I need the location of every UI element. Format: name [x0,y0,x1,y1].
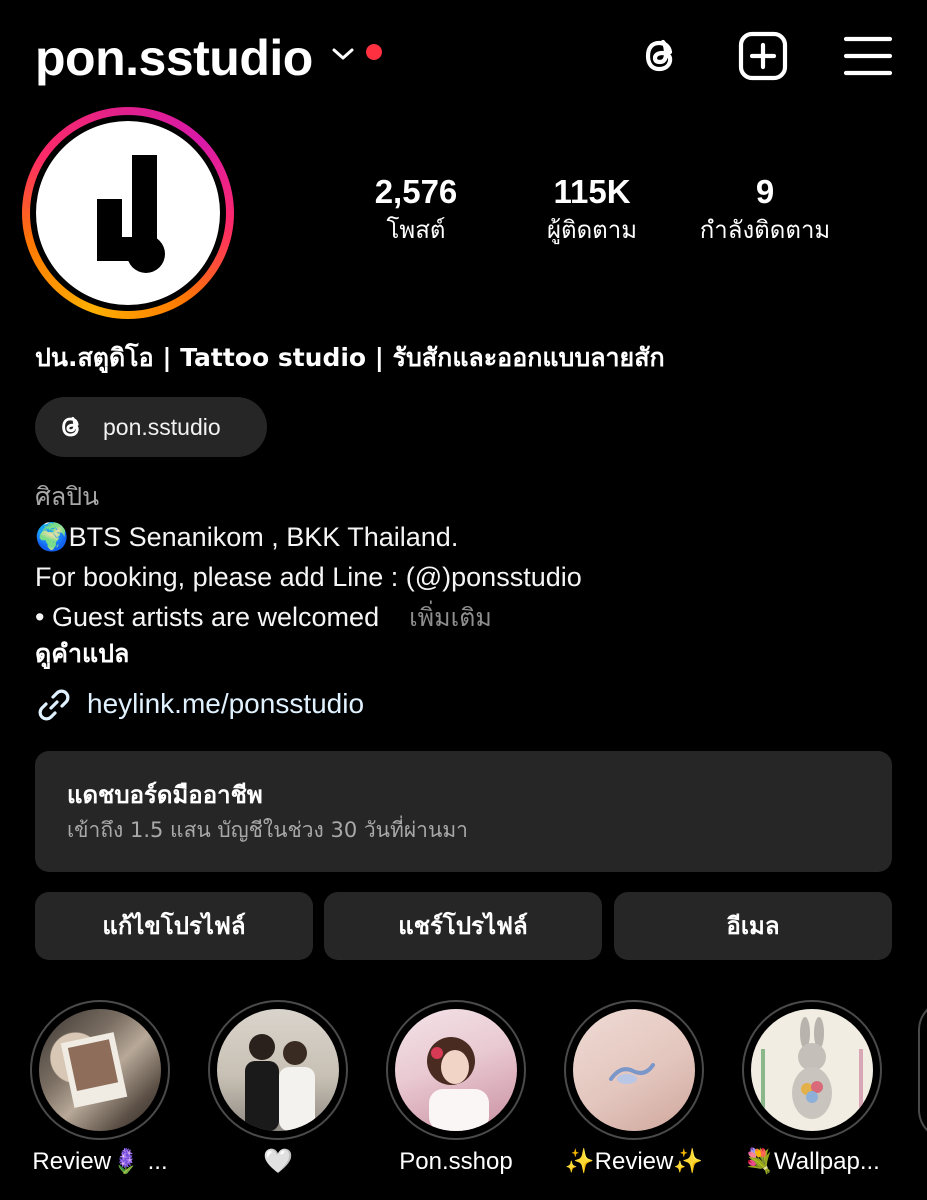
chevron-down-icon[interactable] [330,44,356,64]
photo-placeholder [245,1034,315,1131]
highlight-label: Pon.sshop [399,1148,513,1175]
profile-header: pon.sstudio [0,0,927,110]
notification-dot [366,44,382,60]
highlight-item-partial[interactable] [918,1000,927,1140]
photo-placeholder [761,1017,863,1119]
link-url: heylink.me/ponsstudio [87,688,365,719]
highlight-label: ✨Review✨ [564,1148,704,1175]
stat-following-value: 9 [755,173,775,210]
bio-line: For booking, please add Line : (@)ponsst… [35,562,582,592]
see-more-link[interactable]: เพิ่มเติม [409,603,492,632]
share-profile-button[interactable]: แชร์โปรไฟล์ [324,892,602,960]
account-username[interactable]: pon.sstudio [35,28,313,88]
highlight-cover [39,1009,161,1131]
highlight-item[interactable]: 🤍 [208,1000,348,1196]
threads-badge[interactable]: pon.sstudio [35,397,267,457]
dashboard-subtitle: เข้าถึง 1.5 แสน บัญชีในช่วง 30 วันที่ผ่า… [67,818,468,842]
email-button[interactable]: อีเมล [614,892,892,960]
stat-followers[interactable]: 115K ผู้ติดตาม [525,172,659,246]
edit-profile-button[interactable]: แก้ไขโปรไฟล์ [35,892,313,960]
threads-icon[interactable] [634,30,686,82]
stat-following[interactable]: 9 กำลังติดตาม [680,172,850,246]
photo-placeholder [609,1063,655,1084]
stat-followers-label: ผู้ติดตาม [546,216,638,244]
highlight-label: 💐Wallpap... [744,1148,880,1175]
stat-posts-label: โพสต์ [386,216,446,244]
highlight-item[interactable]: Pon.sshop [386,1000,526,1196]
bio-line: • Guest artists are welcomed [35,602,380,632]
highlight-cover [217,1009,339,1131]
avatar[interactable] [36,121,220,305]
highlight-cover [751,1009,873,1131]
profile-full-name: ปน.สตูดิโอ | Tattoo studio | รับสักและออ… [35,343,665,372]
highlight-item[interactable]: Review🪻 ... [30,1000,170,1196]
threads-handle: pon.sstudio [103,414,221,440]
bio-line: 🌍BTS Senanikom , BKK Thailand. [35,522,459,552]
professional-dashboard[interactable]: แดชบอร์ดมืออาชีพ เข้าถึง 1.5 แสน บัญชีใน… [35,751,892,872]
bio-line-with-more: • Guest artists are welcomed เพิ่มเติม [35,597,895,638]
threads-icon [62,416,79,437]
stat-following-label: กำลังติดตาม [699,216,831,244]
highlight-cover [573,1009,695,1131]
profile-bio: ศิลปิน 🌍BTS Senanikom , BKK Thailand. Fo… [35,477,895,638]
story-ring[interactable] [22,107,234,319]
see-translation-link[interactable]: ดูคำแปล [35,634,129,674]
link-icon [38,689,70,721]
profile-category: ศิลปิน [35,482,100,511]
photo-placeholder [60,1032,128,1108]
highlight-item[interactable]: 💐Wallpap... [742,1000,882,1196]
stat-followers-value: 115K [553,173,631,210]
highlight-label: Review🪻 ... [32,1148,168,1175]
studio-logo-icon [97,155,165,273]
menu-icon[interactable] [842,30,894,82]
new-post-icon[interactable] [737,30,789,82]
dashboard-title: แดชบอร์ดมืออาชีพ [67,781,263,809]
stat-posts-value: 2,576 [374,173,458,210]
highlight-label: 🤍 [263,1148,293,1175]
highlight-item[interactable]: ✨Review✨ [564,1000,704,1196]
photo-placeholder [427,1037,489,1131]
stat-posts[interactable]: 2,576 โพสต์ [352,172,480,246]
highlight-cover [395,1009,517,1131]
